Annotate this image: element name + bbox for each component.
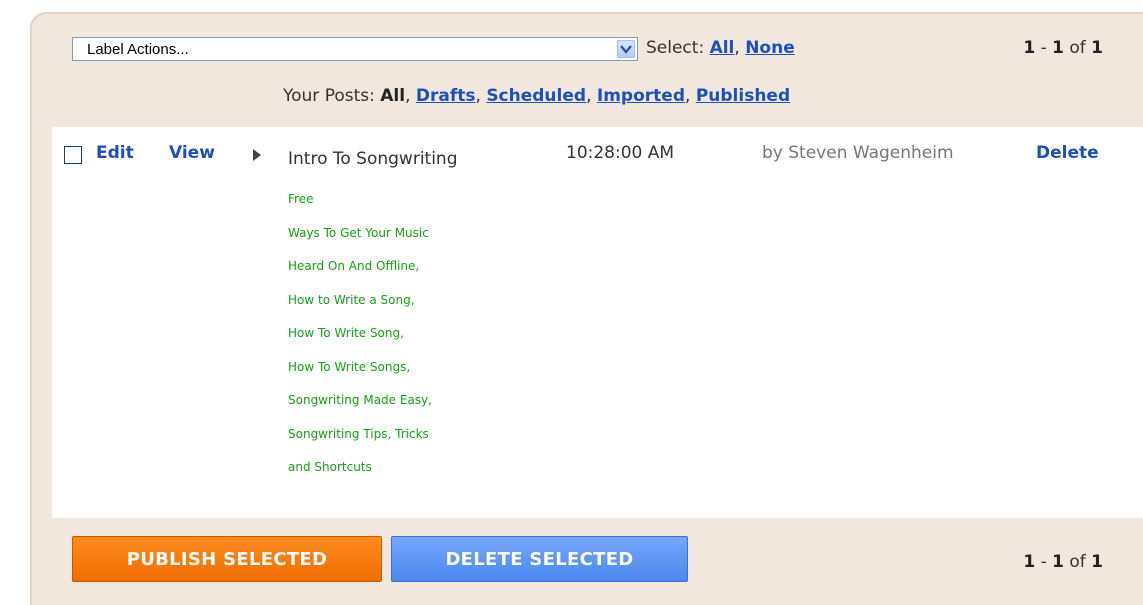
select-label: Select: [646, 38, 705, 58]
post-labels: Free Ways To Get Your Music Heard On And… [288, 192, 432, 474]
view-link[interactable]: View [169, 143, 215, 163]
post-checkbox[interactable] [64, 146, 82, 164]
pager-start: 1 [1023, 552, 1036, 572]
post-title[interactable]: Intro To Songwriting [288, 143, 508, 176]
filter-label: Your Posts: [283, 86, 375, 106]
pager-start: 1 [1023, 38, 1036, 58]
pager-end: 1 [1052, 38, 1064, 58]
select-all-link[interactable]: All [710, 38, 735, 58]
post-list: Edit View Intro To Songwriting Free Ways… [52, 127, 1143, 518]
pager-total: 1 [1091, 552, 1103, 572]
edit-link[interactable]: Edit [96, 143, 134, 163]
pagination-top: 1 - 1 of 1 [1023, 38, 1103, 58]
filter-published-link[interactable]: Published [696, 86, 790, 106]
pager-total: 1 [1091, 38, 1103, 58]
pager-of: of [1069, 552, 1086, 572]
post-author: by Steven Wagenheim [762, 143, 954, 163]
label-actions-text: Label Actions... [87, 41, 189, 58]
triangle-right-icon[interactable] [252, 147, 262, 166]
pager-of: of [1069, 38, 1086, 58]
pager-end: 1 [1052, 552, 1064, 572]
delete-link[interactable]: Delete [1036, 143, 1099, 163]
select-links: Select: All, None [646, 38, 795, 58]
pagination-bottom: 1 - 1 of 1 [1023, 552, 1103, 572]
post-time: 10:28:00 AM [566, 143, 675, 163]
filter-all-current: All [380, 86, 406, 106]
delete-selected-button[interactable]: DELETE SELECTED [391, 536, 688, 582]
toolbar: Label Actions... Select: All, None [72, 37, 1143, 63]
post-filter: Your Posts: All, Drafts, Scheduled, Impo… [283, 86, 791, 106]
filter-scheduled-link[interactable]: Scheduled [486, 86, 586, 106]
filter-imported-link[interactable]: Imported [597, 86, 685, 106]
pager-separator: - [1040, 38, 1047, 58]
select-none-link[interactable]: None [745, 38, 795, 58]
pager-separator: - [1040, 552, 1047, 572]
filter-drafts-link[interactable]: Drafts [416, 86, 476, 106]
publish-selected-button[interactable]: PUBLISH SELECTED [72, 536, 382, 582]
label-actions-select[interactable]: Label Actions... [72, 37, 638, 61]
chevron-down-icon[interactable] [617, 40, 635, 58]
